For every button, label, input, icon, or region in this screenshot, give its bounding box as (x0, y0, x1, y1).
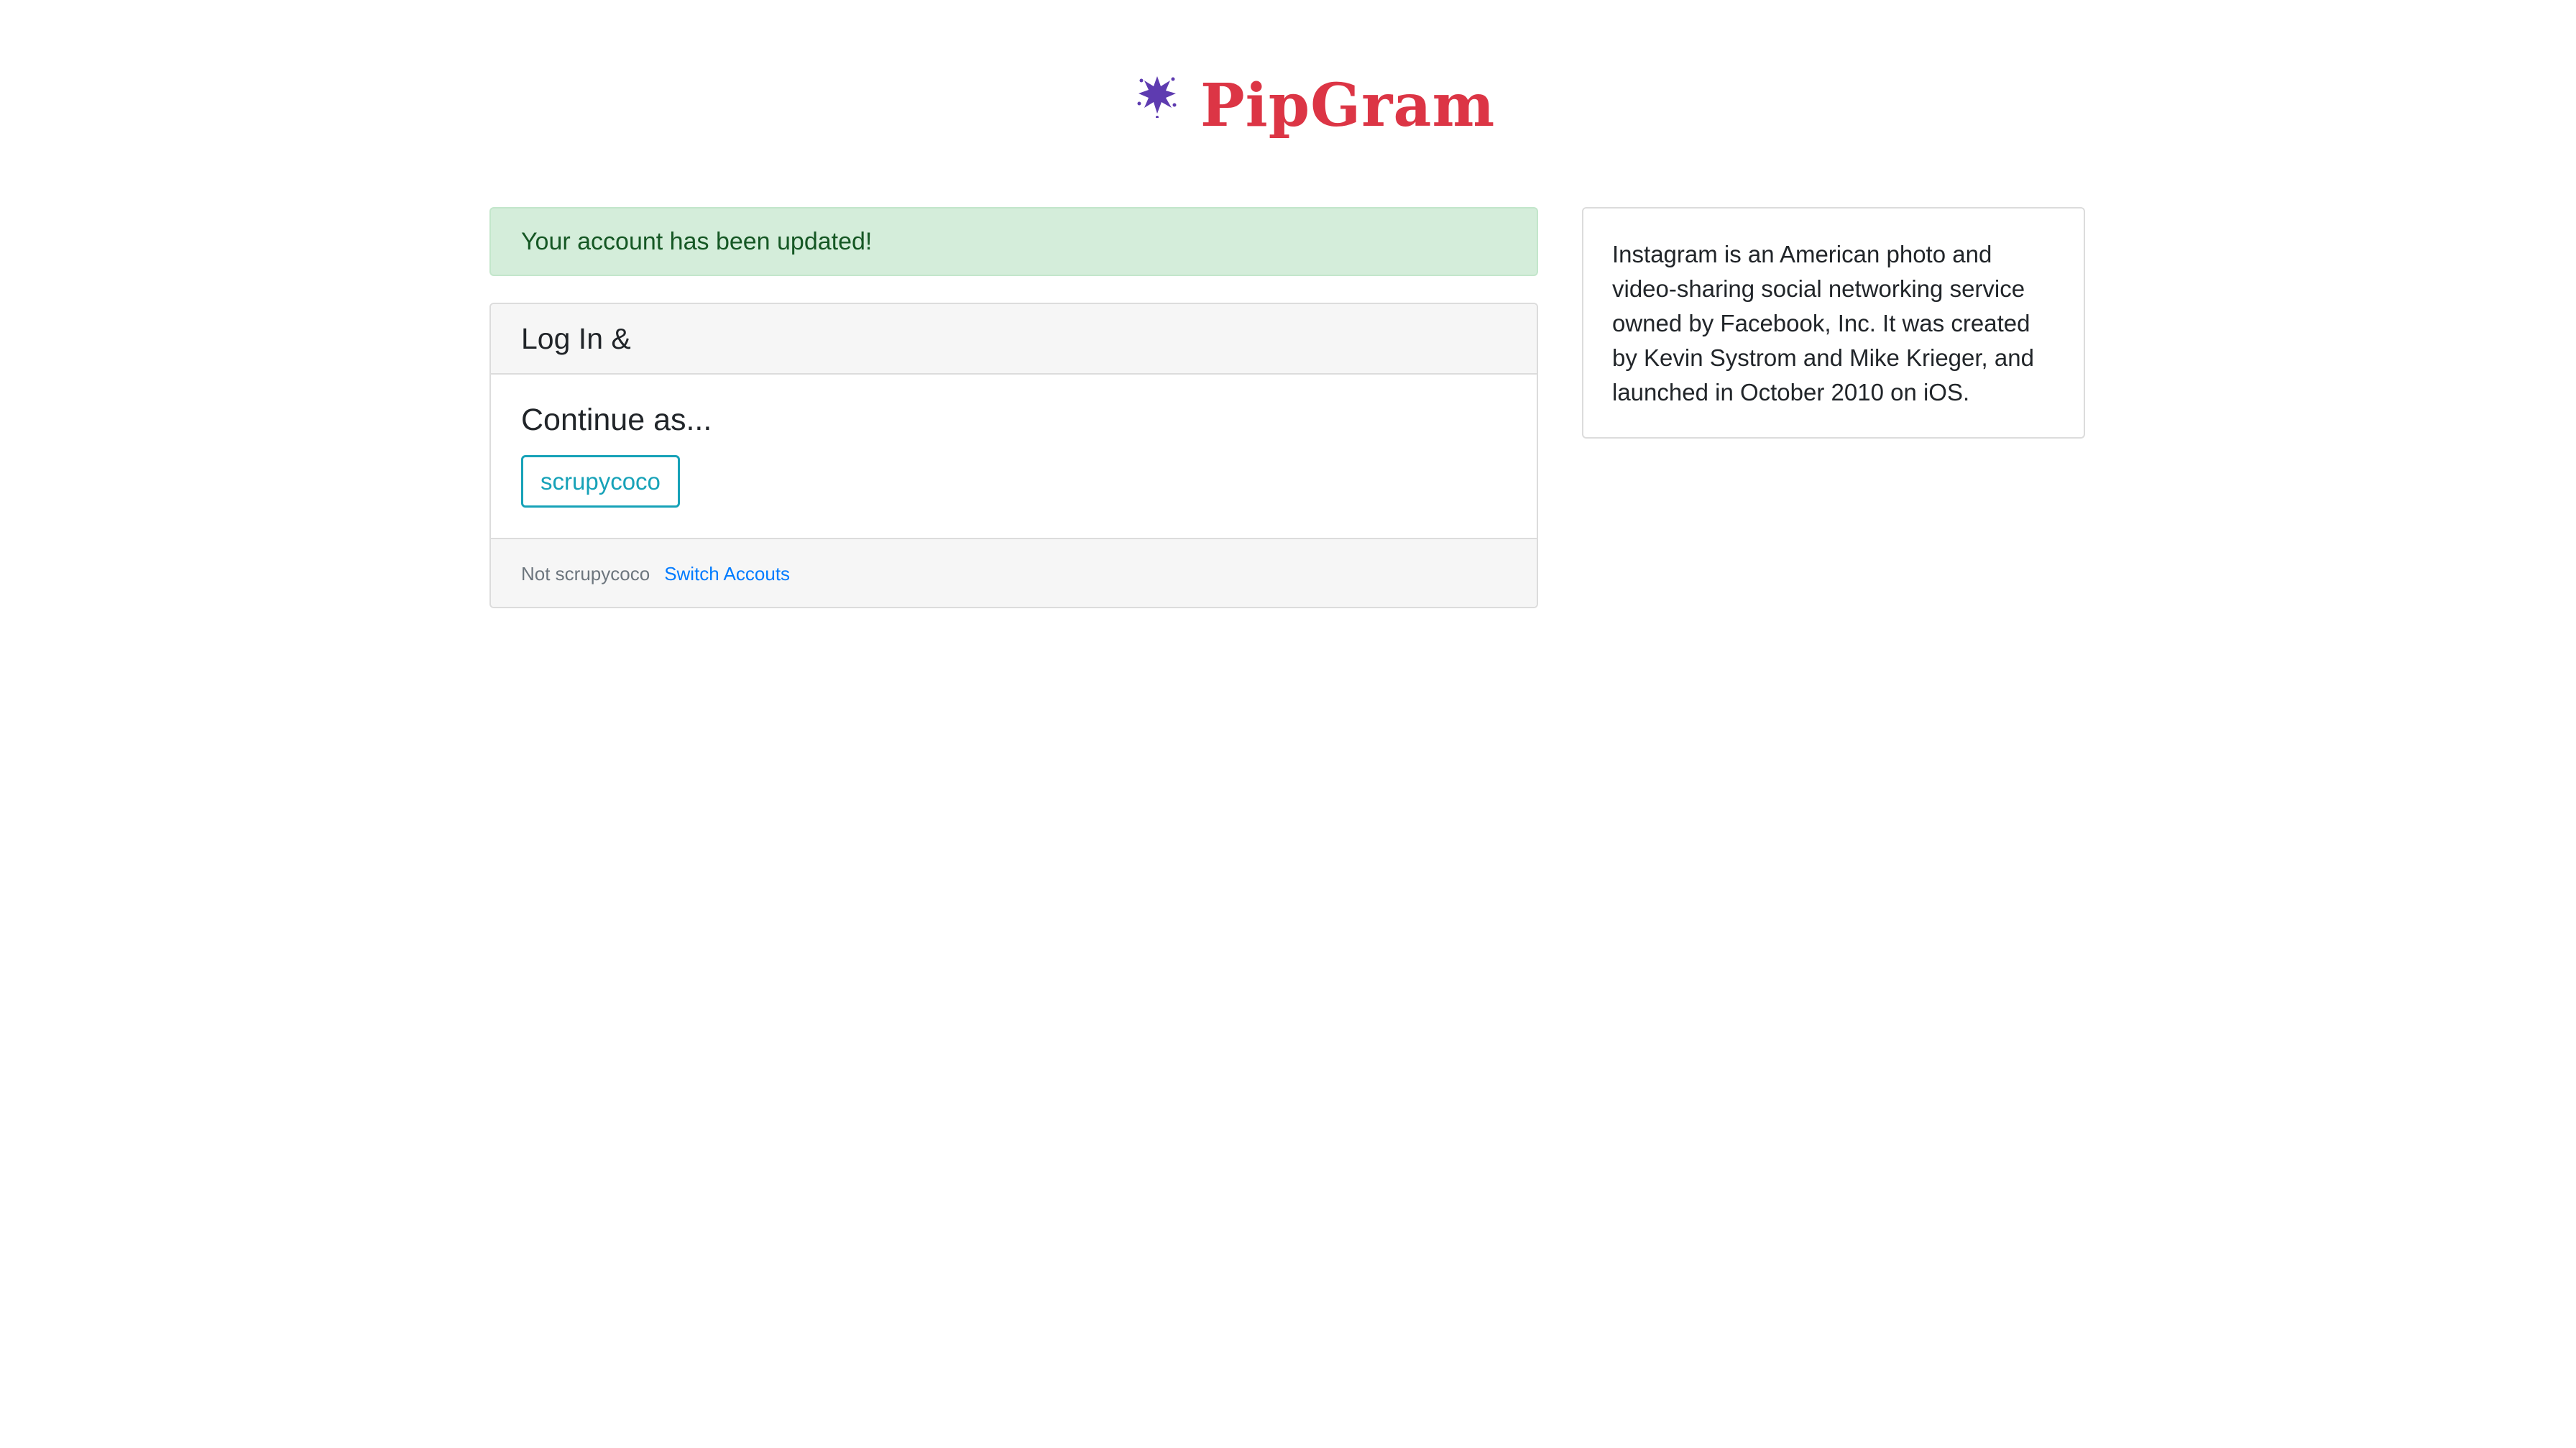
card-header: Log In & (491, 304, 1537, 375)
login-card: Log In & Continue as... scrupycoco Not s… (489, 303, 1538, 608)
info-text: Instagram is an American photo and video… (1612, 241, 2034, 405)
brand-logo[interactable]: PipGram (1136, 66, 1495, 145)
alert-message: Your account has been updated! (521, 228, 873, 255)
not-user-text: Not scrupycoco (521, 563, 650, 585)
card-footer: Not scrupycoco Switch Accouts (491, 538, 1537, 607)
success-alert: Your account has been updated! (489, 207, 1538, 276)
info-card: Instagram is an American photo and video… (1582, 207, 2085, 439)
switch-accounts-link[interactable]: Switch Accouts (664, 563, 790, 585)
continue-heading: Continue as... (521, 403, 712, 437)
splat-icon (1137, 76, 1177, 118)
card-body: Continue as... scrupycoco (491, 375, 1537, 538)
continue-account-button[interactable]: scrupycoco (521, 455, 680, 508)
brand-name: PipGram (1200, 71, 1496, 140)
